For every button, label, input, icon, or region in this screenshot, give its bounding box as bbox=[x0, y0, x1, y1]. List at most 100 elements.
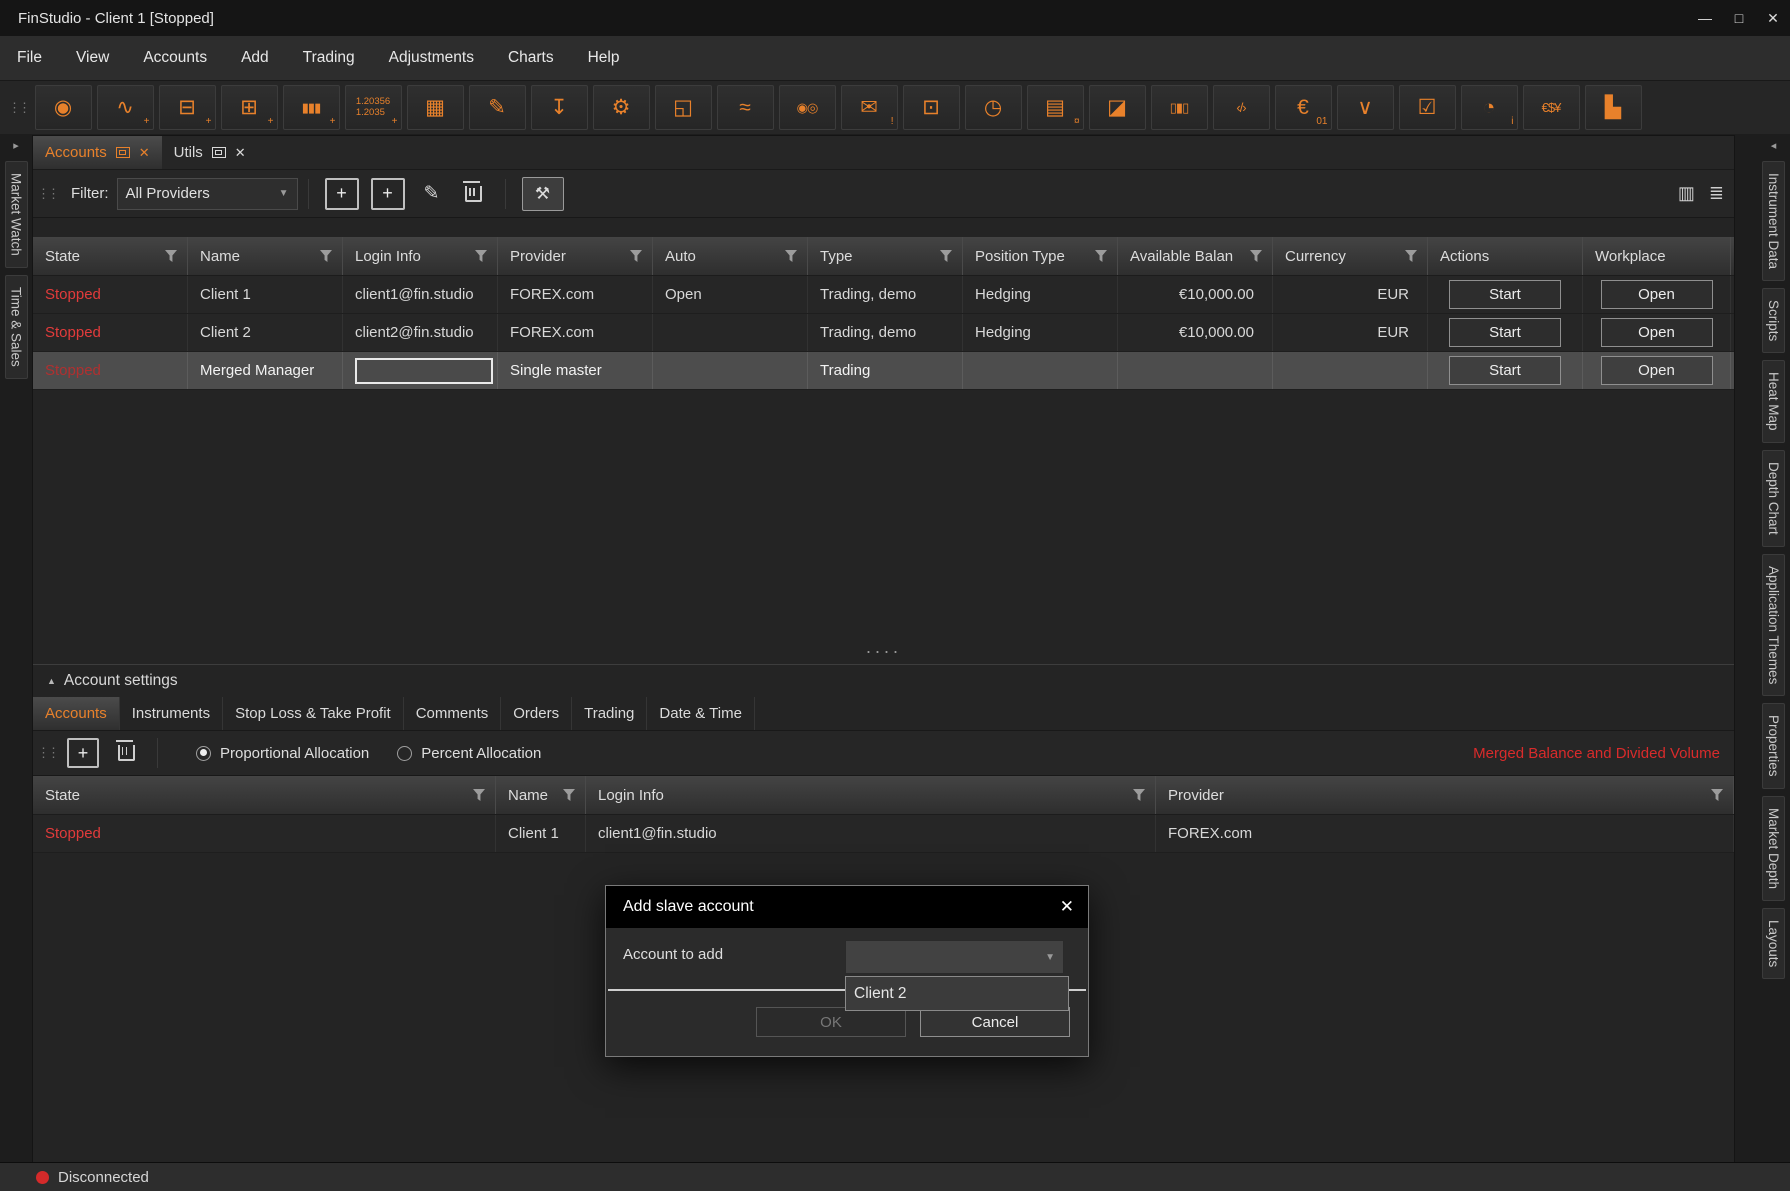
notifications-icon[interactable]: ✉ ! bbox=[841, 85, 898, 130]
column-header[interactable]: Auto bbox=[653, 237, 808, 275]
filter-drag-handle[interactable]: ⋮⋮ bbox=[37, 186, 57, 202]
filter-funnel-icon[interactable] bbox=[475, 250, 487, 262]
menu-item[interactable]: View bbox=[59, 36, 126, 80]
settings-tab[interactable]: Instruments bbox=[120, 697, 223, 730]
menu-item[interactable]: Accounts bbox=[126, 36, 224, 80]
traders-icon[interactable]: ◉◎ bbox=[779, 85, 836, 130]
filter-funnel-icon[interactable] bbox=[165, 250, 177, 262]
user-account-icon[interactable]: ◉ bbox=[35, 85, 92, 130]
provider-filter-select[interactable]: All Providers ▼ bbox=[117, 178, 298, 210]
account-settings-header[interactable]: ▲ Account settings bbox=[33, 665, 1734, 697]
scheduler-icon[interactable]: ◷ bbox=[965, 85, 1022, 130]
menu-item[interactable]: Adjustments bbox=[372, 36, 491, 80]
workspace-blocks-icon[interactable]: ◱ bbox=[655, 85, 712, 130]
column-header[interactable]: State bbox=[33, 237, 188, 275]
settings-drag-handle[interactable]: ⋮⋮ bbox=[37, 745, 57, 761]
reports-icon[interactable]: ▤ ¤ bbox=[1027, 85, 1084, 130]
new-quote-icon[interactable]: 1.20356 1.2035 + bbox=[345, 85, 402, 130]
right-dock-tab[interactable]: Layouts bbox=[1762, 908, 1785, 979]
add-merged-account-button[interactable]: + bbox=[371, 178, 405, 210]
maximize-button[interactable]: □ bbox=[1722, 0, 1756, 36]
column-header[interactable]: Name bbox=[496, 776, 586, 814]
menu-item[interactable]: Help bbox=[571, 36, 637, 80]
left-dock-tab[interactable]: Market Watch bbox=[5, 161, 28, 268]
account-to-add-dropdown[interactable]: ▼ bbox=[845, 940, 1064, 974]
filter-funnel-icon[interactable] bbox=[473, 789, 485, 801]
column-header[interactable]: Actions bbox=[1428, 237, 1583, 275]
filter-funnel-icon[interactable] bbox=[940, 250, 952, 262]
filter-funnel-icon[interactable] bbox=[1133, 789, 1145, 801]
new-bars-icon[interactable]: ▮▮▮ + bbox=[283, 85, 340, 130]
connection-settings-button[interactable]: ⚒ bbox=[522, 177, 564, 211]
start-button[interactable]: Start bbox=[1449, 280, 1561, 309]
new-chart-icon[interactable]: ∿ + bbox=[97, 85, 154, 130]
settings-tab[interactable]: Orders bbox=[501, 697, 572, 730]
filter-funnel-icon[interactable] bbox=[320, 250, 332, 262]
column-chooser-icon[interactable]: ▥ bbox=[1678, 183, 1695, 204]
right-expander-icon[interactable]: ◂ bbox=[1771, 139, 1777, 152]
menu-item[interactable]: Charts bbox=[491, 36, 571, 80]
column-header[interactable]: Provider bbox=[1156, 776, 1734, 814]
column-header[interactable]: Workplace bbox=[1583, 237, 1731, 275]
right-dock-tab[interactable]: Application Themes bbox=[1762, 554, 1785, 696]
delete-account-button[interactable] bbox=[457, 179, 491, 209]
chart-shapes-icon[interactable]: ◪ bbox=[1089, 85, 1146, 130]
right-dock-tab[interactable]: Instrument Data bbox=[1762, 161, 1785, 281]
currency-exchange-icon[interactable]: €$¥ bbox=[1523, 85, 1580, 130]
settings-icon[interactable]: ⚙ bbox=[593, 85, 650, 130]
column-header[interactable]: Currency bbox=[1273, 237, 1428, 275]
dropdown-option[interactable]: Client 2 bbox=[846, 977, 1068, 1010]
filter-funnel-icon[interactable] bbox=[1711, 789, 1723, 801]
right-dock-tab[interactable]: Properties bbox=[1762, 703, 1785, 789]
tab-close-icon[interactable]: ✕ bbox=[139, 145, 150, 161]
code-editor-icon[interactable]: ‹/› bbox=[1213, 85, 1270, 130]
tab-close-icon[interactable]: ✕ bbox=[235, 145, 246, 161]
open-workplace-button[interactable]: Open bbox=[1601, 318, 1713, 347]
new-workspace-icon[interactable]: ⊞ + bbox=[221, 85, 278, 130]
document-tab[interactable]: Accounts ✕ bbox=[33, 136, 162, 169]
group-panel-icon[interactable]: ≣ bbox=[1709, 183, 1724, 204]
ok-button[interactable]: OK bbox=[756, 1007, 906, 1037]
left-dock-tab[interactable]: Time & Sales bbox=[5, 275, 28, 379]
account-row-client2[interactable]: Stopped Client 2 client2@fin.studio FORE… bbox=[33, 314, 1734, 352]
menu-item[interactable]: Add bbox=[224, 36, 286, 80]
slave-row-client1[interactable]: Stopped Client 1 client1@fin.studio FORE… bbox=[33, 815, 1734, 853]
menu-item[interactable]: Trading bbox=[286, 36, 372, 80]
column-header[interactable]: Name bbox=[188, 237, 343, 275]
filter-funnel-icon[interactable] bbox=[1095, 250, 1107, 262]
right-dock-tab[interactable]: Scripts bbox=[1762, 288, 1785, 353]
merged-login-input[interactable] bbox=[355, 358, 493, 384]
settings-tab[interactable]: Stop Loss & Take Profit bbox=[223, 697, 404, 730]
settings-tab[interactable]: Trading bbox=[572, 697, 647, 730]
dialog-close-icon[interactable]: ✕ bbox=[1060, 897, 1074, 917]
column-header[interactable]: State bbox=[33, 776, 496, 814]
add-account-button[interactable]: + bbox=[325, 178, 359, 210]
edit-account-button[interactable]: ✎ bbox=[415, 179, 449, 209]
add-slave-button[interactable]: + bbox=[67, 738, 99, 768]
filter-funnel-icon[interactable] bbox=[785, 250, 797, 262]
right-dock-tab[interactable]: Depth Chart bbox=[1762, 450, 1785, 547]
open-workplace-button[interactable]: Open bbox=[1601, 280, 1713, 309]
close-button[interactable]: ✕ bbox=[1756, 0, 1790, 36]
filter-funnel-icon[interactable] bbox=[630, 250, 642, 262]
start-button[interactable]: Start bbox=[1449, 318, 1561, 347]
left-expander-icon[interactable]: ▸ bbox=[13, 139, 19, 152]
settings-tab[interactable]: Comments bbox=[404, 697, 502, 730]
right-dock-tab[interactable]: Heat Map bbox=[1762, 360, 1785, 443]
document-tab[interactable]: Utils ✕ bbox=[162, 136, 258, 169]
right-dock-tab[interactable]: Market Depth bbox=[1762, 796, 1785, 901]
data-search-icon[interactable]: € 01 bbox=[1275, 85, 1332, 130]
remove-slave-button[interactable] bbox=[109, 738, 143, 768]
edit-note-icon[interactable]: ✎ bbox=[469, 85, 526, 130]
splitter-handle[interactable]: ···· bbox=[33, 641, 1734, 662]
filter-funnel-icon[interactable] bbox=[1405, 250, 1417, 262]
column-header[interactable]: Login Info bbox=[586, 776, 1156, 814]
automation-icon[interactable]: ⊡ bbox=[903, 85, 960, 130]
column-header[interactable]: Position Type bbox=[963, 237, 1118, 275]
new-layout-icon[interactable]: ⊟ + bbox=[159, 85, 216, 130]
candle-chart-icon[interactable]: ▯▮▯ bbox=[1151, 85, 1208, 130]
column-header[interactable]: Type bbox=[808, 237, 963, 275]
start-button[interactable]: Start bbox=[1449, 356, 1561, 385]
task-settings-icon[interactable]: ☑ bbox=[1399, 85, 1456, 130]
column-header[interactable]: Provider bbox=[498, 237, 653, 275]
